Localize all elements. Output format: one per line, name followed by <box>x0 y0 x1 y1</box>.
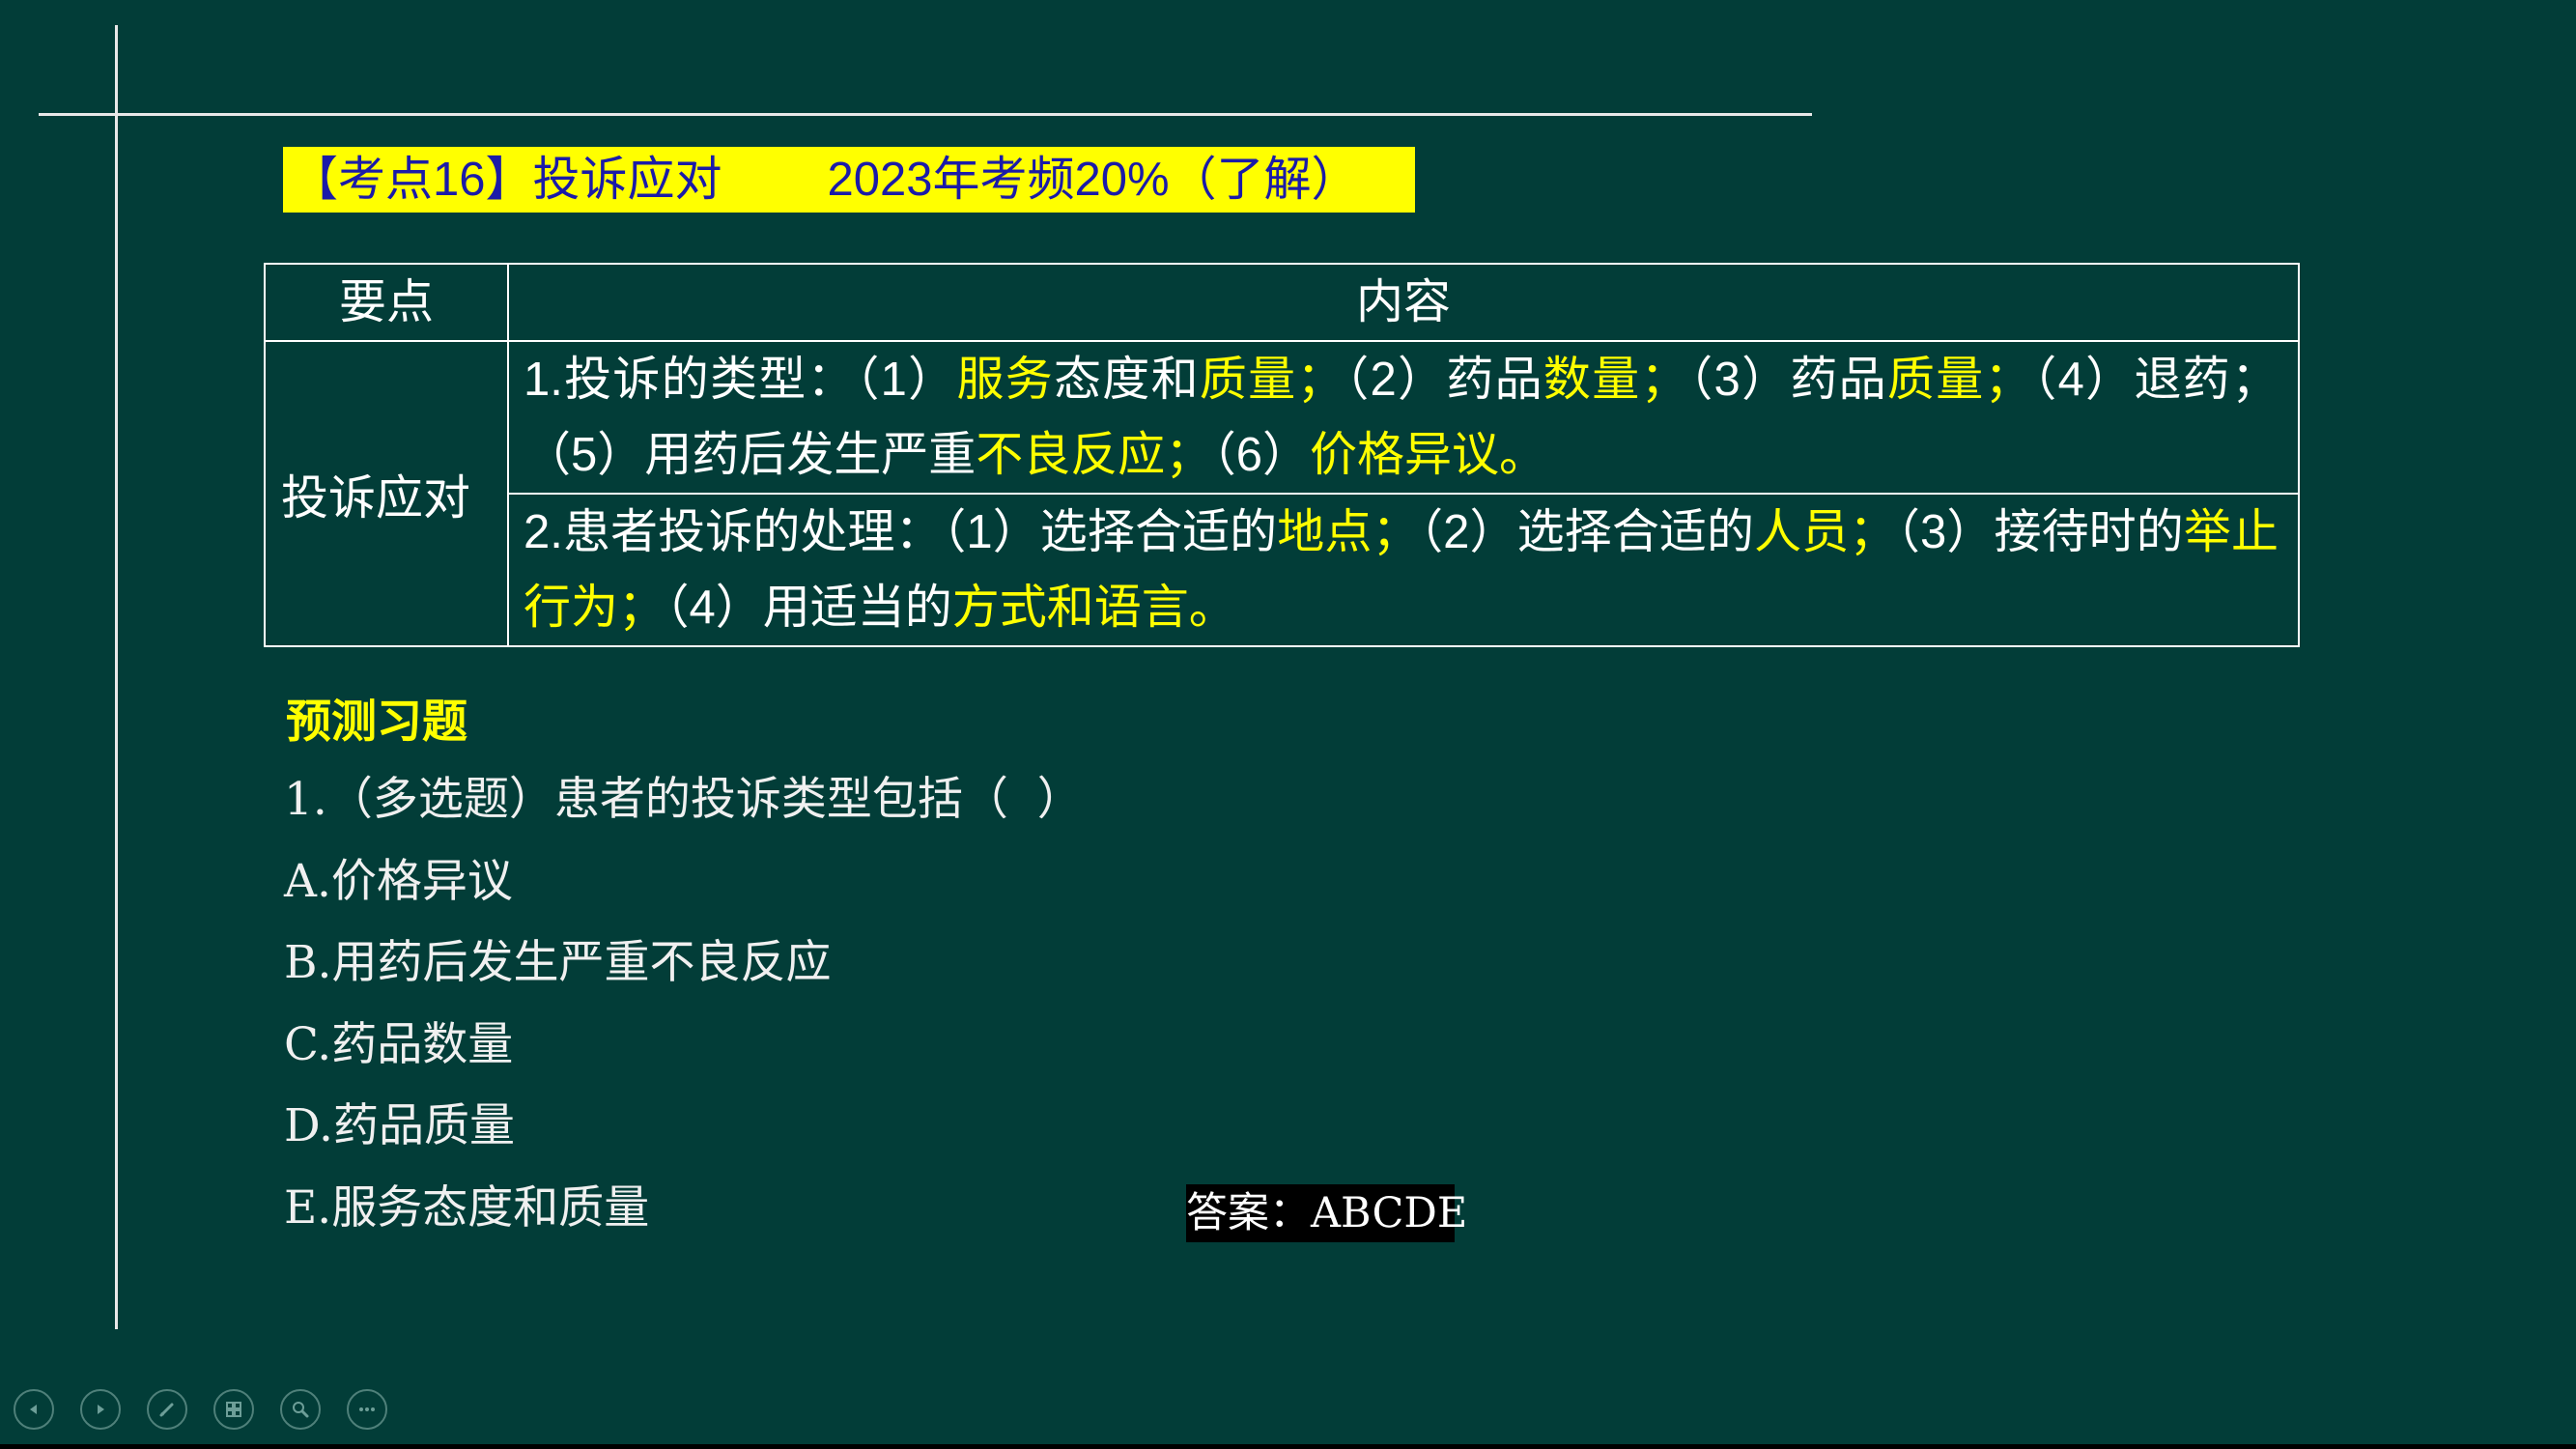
highlight-segment: 地点； <box>1277 506 1420 558</box>
highlight-segment: 不良反应； <box>976 429 1213 481</box>
text-segment: （3）接待时的 <box>1896 506 2184 558</box>
horizontal-rule <box>39 113 1812 116</box>
highlight-segment: 数量； <box>1543 354 1688 406</box>
highlight-segment: 方式和语言。 <box>951 582 1236 634</box>
header-key-cell: 要点 <box>264 263 509 342</box>
answer-label: 答案：ABCDE <box>1186 1184 1467 1242</box>
text-segment: （3）药品 <box>1687 354 1887 406</box>
option-d: D.药品质量 <box>284 1099 515 1152</box>
question-text: 1.（多选题）患者的投诉类型包括（ ） <box>284 773 1083 826</box>
pen-icon <box>159 1403 174 1417</box>
table-row: 投诉应对 1.投诉的类型：（1）服务态度和质量；（2）药品数量；（3）药品质量；… <box>264 340 2300 647</box>
slideshow-controls <box>14 1389 387 1432</box>
highlight-segment: 价格异议。 <box>1310 429 1547 481</box>
header-content-cell: 内容 <box>507 263 2300 342</box>
bottom-strip <box>0 1444 2576 1449</box>
complaint-types-cell: 1.投诉的类型：（1）服务态度和质量；（2）药品数量；（3）药品质量；（4）退药… <box>507 340 2300 495</box>
text-segment: （6） <box>1212 429 1311 481</box>
title-frequency: 2023年考频20%（了解） <box>827 154 1359 206</box>
slides-icon <box>226 1402 241 1417</box>
zoom-button[interactable] <box>280 1389 321 1430</box>
more-options-button[interactable] <box>347 1389 387 1430</box>
next-slide-button[interactable] <box>80 1389 121 1430</box>
next-icon <box>98 1405 104 1414</box>
option-c: C.药品数量 <box>284 1018 514 1071</box>
previous-icon <box>30 1405 37 1414</box>
text-segment: 2.患者投诉的处理：（1）选择合适的 <box>524 506 1278 558</box>
row-key-cell: 投诉应对 <box>264 340 509 647</box>
highlight-segment: 质量； <box>1199 354 1345 406</box>
table-row: 2.患者投诉的处理：（1）选择合适的地点；（2）选择合适的人员；（3）接待时的举… <box>265 493 2300 647</box>
title-topic: 【考点16】投诉应对 <box>291 154 722 206</box>
text-segment: 1.投诉的类型：（1） <box>524 354 957 406</box>
text-segment: （2）选择合适的 <box>1419 506 1755 558</box>
vertical-rule <box>115 25 118 1329</box>
option-b: B.用药后发生严重不良反应 <box>284 936 832 989</box>
highlight-segment: 服务 <box>956 354 1055 406</box>
zoom-icon <box>293 1402 309 1418</box>
previous-slide-button[interactable] <box>14 1389 54 1430</box>
complaint-handling-cell: 2.患者投诉的处理：（1）选择合适的地点；（2）选择合适的人员；（3）接待时的举… <box>507 493 2300 647</box>
text-segment: （4）用适当的 <box>665 582 952 634</box>
option-a: A.价格异议 <box>284 855 513 908</box>
option-e: E.服务态度和质量 <box>284 1181 650 1235</box>
more-icon <box>359 1407 375 1411</box>
table-header-row: 要点 内容 <box>264 263 2300 342</box>
highlight-segment: 人员； <box>1754 506 1897 558</box>
title-gap <box>722 154 828 206</box>
practice-heading: 预测习题 <box>286 696 467 747</box>
highlight-segment: 质量； <box>1886 354 2032 406</box>
slide-title: 【考点16】投诉应对 2023年考频20%（了解） <box>283 147 1415 213</box>
see-all-slides-button[interactable] <box>213 1389 254 1430</box>
text-segment: 态度和 <box>1054 354 1200 406</box>
key-point-table: 要点 内容 投诉应对 1.投诉的类型：（1）服务态度和质量；（2）药品数量；（3… <box>264 263 2300 647</box>
pen-tool-button[interactable] <box>147 1389 187 1430</box>
text-segment: （2）药品 <box>1344 354 1543 406</box>
